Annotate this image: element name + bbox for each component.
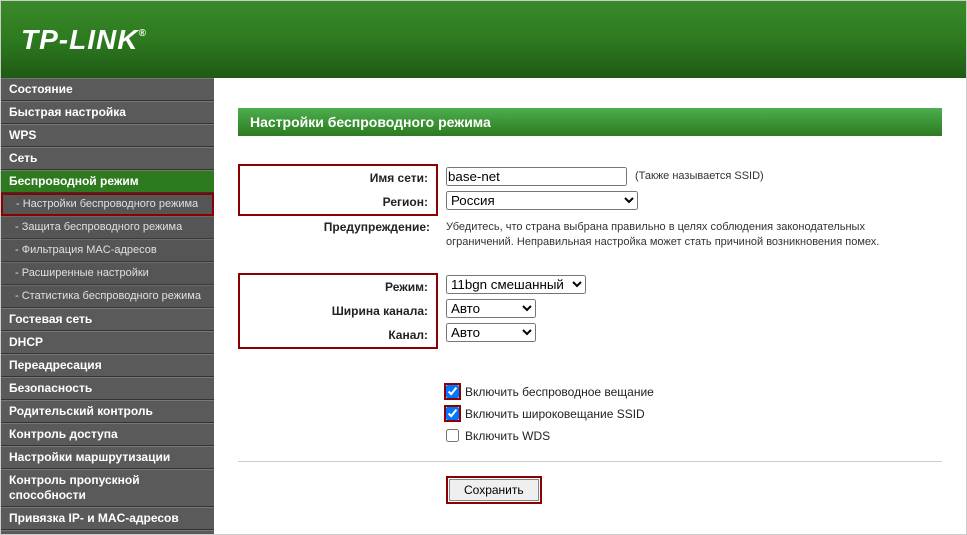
warning-row: Предупреждение: Убедитесь, что страна вы… (238, 220, 942, 251)
sidebar-item[interactable]: Контроль пропускной способности (1, 469, 214, 507)
sidebar-item[interactable]: Гостевая сеть (1, 308, 214, 331)
logo-text: TP-LINK (21, 24, 138, 55)
ssid-hint: (Также называется SSID) (635, 170, 764, 182)
sidebar-subitem[interactable]: - Расширенные настройки (1, 262, 214, 285)
wds-row: Включить WDS (446, 429, 942, 443)
region-label: Регион: (240, 190, 436, 214)
sidebar-item[interactable]: Переадресация (1, 354, 214, 377)
panel-title: Настройки беспроводного режима (238, 108, 942, 136)
ssid-broadcast-row: Включить широковещание SSID (446, 407, 942, 421)
mode-labels: Режим: Ширина канала: Канал: (238, 273, 438, 349)
broadcast-label: Включить беспроводное вещание (465, 385, 654, 399)
mode-fields: 11bgn смешанный Авто Авто (438, 273, 586, 349)
channel-field-row: Авто (446, 321, 586, 345)
save-button[interactable]: Сохранить (449, 479, 539, 501)
sidebar-item[interactable]: Динамический DNS (1, 530, 214, 534)
ssid-broadcast-label: Включить широковещание SSID (465, 407, 645, 421)
sidebar-item[interactable]: Быстрая настройка (1, 101, 214, 124)
app-window: TP-LINK® СостояниеБыстрая настройкаWPSСе… (0, 0, 967, 535)
ssid-broadcast-checkbox[interactable] (446, 407, 459, 420)
region-select[interactable]: Россия (446, 191, 638, 210)
ssid-field-row: (Также называется SSID) (446, 164, 764, 188)
broadcast-checkbox[interactable] (446, 385, 459, 398)
sidebar-item[interactable]: DHCP (1, 331, 214, 354)
mode-group: Режим: Ширина канала: Канал: 11bgn смеша… (238, 273, 942, 349)
sidebar-item[interactable]: Беспроводной режим (1, 170, 214, 193)
sidebar-item[interactable]: Контроль доступа (1, 423, 214, 446)
ssid-input[interactable] (446, 167, 627, 186)
width-field-row: Авто (446, 297, 586, 321)
warning-text: Убедитесь, что страна выбрана правильно … (438, 220, 908, 251)
save-highlight: Сохранить (446, 476, 542, 504)
sidebar-subitem[interactable]: - Фильтрация MAC-адресов (1, 239, 214, 262)
width-select[interactable]: Авто (446, 299, 536, 318)
ssid-label: Имя сети: (240, 166, 436, 190)
logo: TP-LINK® (21, 24, 147, 56)
save-row: Сохранить (446, 476, 942, 504)
separator (238, 461, 942, 462)
checkbox-section: Включить беспроводное вещание Включить ш… (238, 385, 942, 443)
sidebar-item[interactable]: Состояние (1, 78, 214, 101)
sidebar: СостояниеБыстрая настройкаWPSСетьБеспров… (1, 78, 214, 534)
sidebar-item[interactable]: Родительский контроль (1, 400, 214, 423)
sidebar-item[interactable]: Настройки маршрутизации (1, 446, 214, 469)
sidebar-subitem[interactable]: - Защита беспроводного режима (1, 216, 214, 239)
sidebar-item[interactable]: WPS (1, 124, 214, 147)
sidebar-subitem[interactable]: - Статистика беспроводного режима (1, 285, 214, 308)
sidebar-item[interactable]: Безопасность (1, 377, 214, 400)
sidebar-item[interactable]: Сеть (1, 147, 214, 170)
mode-field-row: 11bgn смешанный (446, 273, 586, 297)
channel-label: Канал: (240, 323, 436, 347)
warning-label: Предупреждение: (238, 220, 438, 251)
ssid-region-group: Имя сети: Регион: (Также называется SSID… (238, 164, 942, 216)
body: СостояниеБыстрая настройкаWPSСетьБеспров… (1, 78, 966, 534)
mode-select[interactable]: 11bgn смешанный (446, 275, 586, 294)
ssid-region-labels: Имя сети: Регион: (238, 164, 438, 216)
sidebar-subitem[interactable]: - Настройки беспроводного режима (1, 193, 214, 216)
header: TP-LINK® (1, 1, 966, 78)
channel-select[interactable]: Авто (446, 323, 536, 342)
mode-label: Режим: (240, 275, 436, 299)
broadcast-row: Включить беспроводное вещание (446, 385, 942, 399)
wds-checkbox[interactable] (446, 429, 459, 442)
wds-label: Включить WDS (465, 429, 550, 443)
width-label: Ширина канала: (240, 299, 436, 323)
region-field-row: Россия (446, 188, 764, 212)
logo-mark: ® (138, 28, 146, 39)
ssid-region-fields: (Также называется SSID) Россия (438, 164, 764, 216)
sidebar-item[interactable]: Привязка IP- и MAC-адресов (1, 507, 214, 530)
content: Настройки беспроводного режима Имя сети:… (214, 78, 966, 534)
